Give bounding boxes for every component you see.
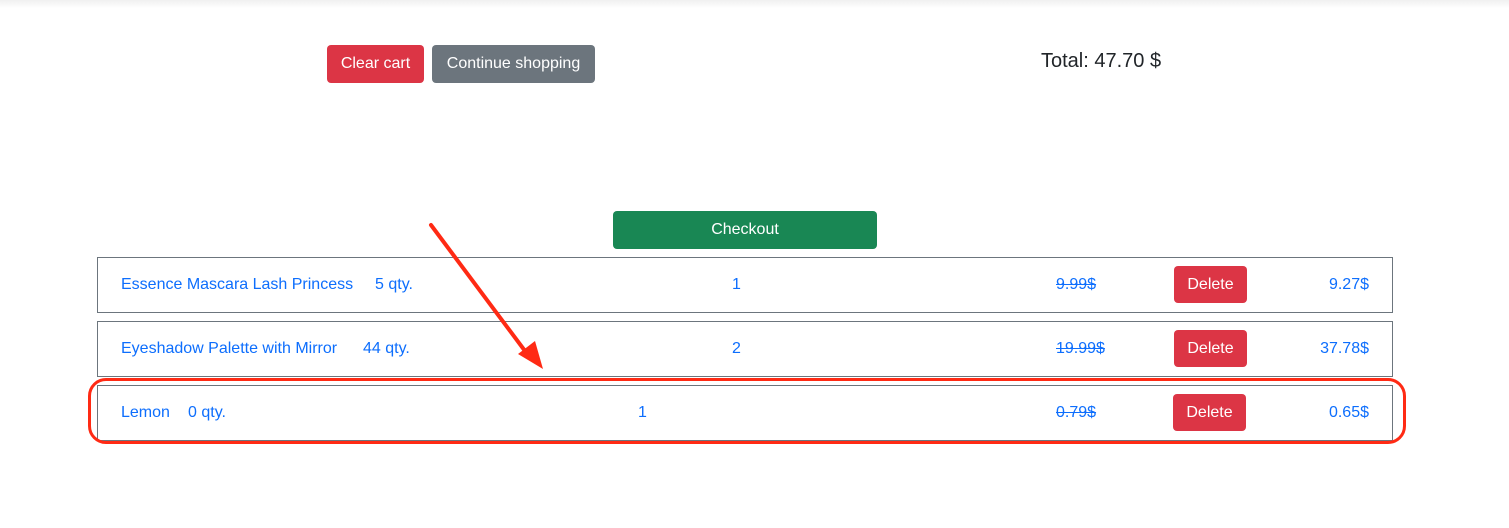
cart-page: Clear cart Continue shopping Total: 47.7…	[0, 0, 1509, 528]
arrow-icon	[429, 223, 543, 369]
